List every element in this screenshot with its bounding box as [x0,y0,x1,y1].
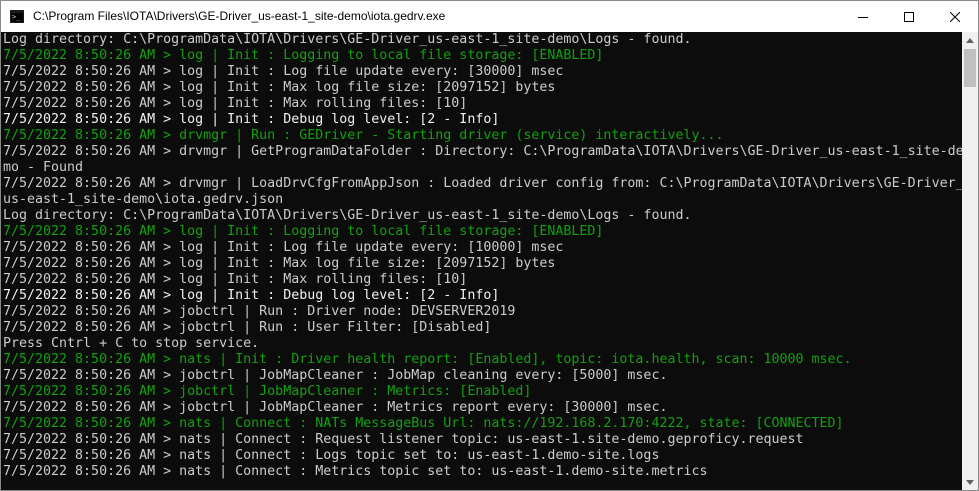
console-line: 7/5/2022 8:50:26 AM > log | Init : Max r… [3,96,468,111]
console-line: 7/5/2022 8:50:26 AM > nats | Init : Driv… [3,352,852,367]
console-output[interactable]: Log directory: C:\ProgramData\IOTA\Drive… [1,32,964,490]
console-line: 7/5/2022 8:50:26 AM > log | Init : Debug… [3,288,500,303]
console-line: 7/5/2022 8:50:26 AM > log | Init : Loggi… [3,48,604,63]
close-button[interactable] [932,1,978,32]
console-window: >_ C:\Program Files\IOTA\Drivers\GE-Driv… [0,0,979,491]
console-line: 7/5/2022 8:50:26 AM > drvmgr | LoadDrvCf… [3,176,964,191]
console-line: 7/5/2022 8:50:26 AM > log | Init : Max r… [3,272,468,287]
console-line: 7/5/2022 8:50:26 AM > log | Init : Max l… [3,256,556,271]
scrollbar-thumb[interactable] [964,49,976,87]
scroll-up-arrow-icon [966,37,974,43]
console-line: 7/5/2022 8:50:26 AM > nats | Connect : R… [3,432,804,447]
minimize-icon [858,16,868,18]
console-line: 7/5/2022 8:50:26 AM > jobctrl | JobMapCl… [3,368,668,383]
title-bar[interactable]: >_ C:\Program Files\IOTA\Drivers\GE-Driv… [1,1,978,32]
console-app-icon[interactable]: >_ [10,10,24,23]
console-line: 7/5/2022 8:50:26 AM > log | Init : Log f… [3,240,564,255]
vertical-scrollbar[interactable] [962,32,978,490]
console-line: mo - Found [3,160,84,175]
close-icon [950,11,960,22]
console-line: 7/5/2022 8:50:26 AM > jobctrl | Run : Dr… [3,304,516,319]
console-line: us-east-1_site-demo\iota.gedrv.json [3,192,284,207]
console-line: 7/5/2022 8:50:26 AM > nats | Connect : N… [3,416,844,431]
console-line: 7/5/2022 8:50:26 AM > drvmgr | GetProgra… [3,144,964,159]
maximize-icon [904,11,914,22]
console-line: 7/5/2022 8:50:26 AM > log | Init : Max l… [3,80,556,95]
scroll-down-button[interactable] [962,474,978,490]
console-line: 7/5/2022 8:50:26 AM > nats | Connect : M… [3,464,708,479]
console-line: 7/5/2022 8:50:26 AM > jobctrl | JobMapCl… [3,400,668,415]
console-line: 7/5/2022 8:50:26 AM > nats | Connect : L… [3,448,660,463]
console-line: 7/5/2022 8:50:26 AM > jobctrl | JobMapCl… [3,384,532,399]
console-line: Log directory: C:\ProgramData\IOTA\Drive… [3,208,692,223]
scroll-up-button[interactable] [962,32,978,48]
minimize-button[interactable] [840,1,886,32]
console-line: 7/5/2022 8:50:26 AM > log | Init : Debug… [3,112,500,127]
window-title: C:\Program Files\IOTA\Drivers\GE-Driver_… [33,9,446,23]
console-line: 7/5/2022 8:50:26 AM > jobctrl | Run : Us… [3,320,492,335]
console-line: Log directory: C:\ProgramData\IOTA\Drive… [3,32,692,47]
console-line: Press Cntrl + C to stop service. [3,336,260,351]
maximize-button[interactable] [886,1,932,32]
console-line: 7/5/2022 8:50:26 AM > log | Init : Loggi… [3,224,604,239]
scroll-down-arrow-icon [966,479,974,485]
console-line: 7/5/2022 8:50:26 AM > log | Init : Log f… [3,64,564,79]
console-line: 7/5/2022 8:50:26 AM > drvmgr | Run : GED… [3,128,724,143]
